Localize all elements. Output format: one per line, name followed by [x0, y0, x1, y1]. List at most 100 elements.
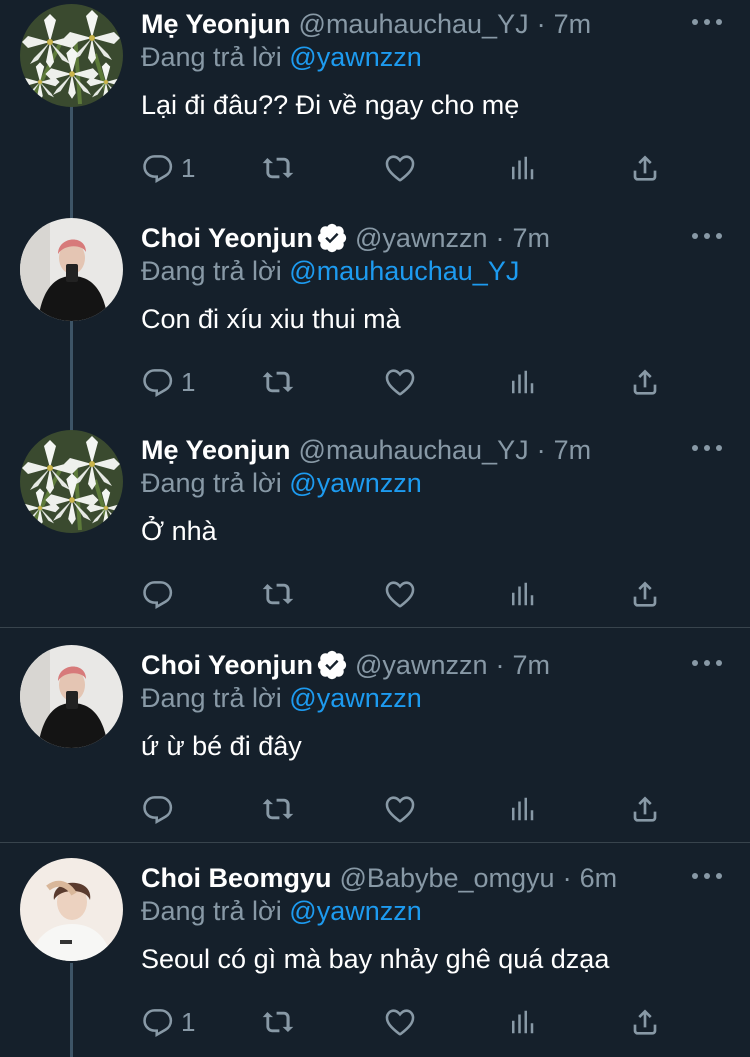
more-icon[interactable]	[692, 866, 722, 886]
analytics-icon	[512, 797, 534, 821]
mention-link[interactable]: @yawnzzn	[289, 468, 421, 498]
author-handle[interactable]: @yawnzzn	[355, 650, 487, 681]
reply-count: 1	[181, 1006, 196, 1037]
share-icon	[633, 1009, 657, 1035]
tweet-header: Mẹ Yeonjun @mauhauchau_YJ · 7m	[141, 6, 591, 42]
tweet-header: Choi Beomgyu @Babybe_omgyu · 6m	[141, 860, 617, 896]
tweet-header: Choi Yeonjun @yawnzzn · 7m	[141, 220, 550, 256]
avatar-lily-flowers[interactable]	[20, 4, 123, 107]
timestamp[interactable]: 7m	[554, 435, 592, 466]
retweet-button[interactable]	[259, 148, 297, 188]
like-icon	[385, 796, 415, 823]
reply-icon	[143, 1009, 173, 1037]
analytics-button[interactable]	[507, 362, 537, 402]
tweet-text: Ở nhà	[141, 516, 217, 546]
like-button[interactable]	[383, 148, 417, 188]
share-icon	[633, 369, 657, 395]
tweet-divider	[0, 627, 750, 628]
tweet-actions: 1	[141, 1002, 661, 1042]
avatar-man-black-outfit[interactable]	[20, 218, 123, 321]
replying-to-label: Đang trả lời	[141, 468, 282, 498]
retweet-icon	[262, 798, 294, 820]
retweet-icon	[262, 157, 294, 179]
reply-count: 1	[181, 366, 196, 397]
like-button[interactable]	[383, 1002, 417, 1042]
retweet-button[interactable]	[259, 574, 297, 614]
more-icon[interactable]	[692, 12, 722, 32]
reply-count: 1	[181, 152, 196, 183]
analytics-icon	[512, 156, 534, 180]
reply-icon	[143, 369, 173, 397]
tweet[interactable]: Mẹ Yeonjun @mauhauchau_YJ · 7m Đang trả …	[0, 430, 750, 626]
tweet[interactable]: Choi Beomgyu @Babybe_omgyu · 6m Đang trả…	[0, 858, 750, 1057]
verified-badge-icon	[317, 650, 347, 680]
retweet-button[interactable]	[259, 1002, 297, 1042]
reply-button[interactable]	[141, 789, 181, 829]
analytics-button[interactable]	[507, 789, 537, 829]
like-icon	[385, 1009, 415, 1036]
replying-to-label: Đang trả lời	[141, 42, 282, 72]
retweet-icon	[262, 583, 294, 605]
mention-link[interactable]: @yawnzzn	[289, 896, 421, 926]
analytics-button[interactable]	[507, 148, 537, 188]
reply-button[interactable]: 1	[141, 362, 195, 402]
like-button[interactable]	[383, 362, 417, 402]
reply-button[interactable]	[141, 574, 181, 614]
author-name[interactable]: Mẹ Yeonjun	[141, 435, 291, 466]
tweet[interactable]: Mẹ Yeonjun @mauhauchau_YJ · 7m Đang trả …	[0, 4, 750, 204]
like-button[interactable]	[383, 574, 417, 614]
share-button[interactable]	[629, 148, 661, 188]
tweet-header: Choi Yeonjun @yawnzzn · 7m	[141, 647, 550, 683]
share-icon	[633, 581, 657, 607]
timestamp[interactable]: 6m	[580, 863, 618, 894]
reply-button[interactable]: 1	[141, 1002, 195, 1042]
share-button[interactable]	[629, 1002, 661, 1042]
author-handle[interactable]: @mauhauchau_YJ	[299, 435, 529, 466]
tweet[interactable]: Choi Yeonjun @yawnzzn · 7m Đang trả lời …	[0, 645, 750, 841]
like-icon	[385, 369, 415, 396]
retweet-icon	[262, 371, 294, 393]
replying-to-label: Đang trả lời	[141, 896, 282, 926]
like-button[interactable]	[383, 789, 417, 829]
tweet-text: ứ ừ bé đi đây	[141, 731, 302, 761]
analytics-button[interactable]	[507, 574, 537, 614]
more-icon[interactable]	[692, 438, 722, 458]
more-icon[interactable]	[692, 226, 722, 246]
timestamp[interactable]: 7m	[554, 9, 592, 40]
timestamp[interactable]: 7m	[512, 650, 550, 681]
separator: ·	[536, 434, 546, 465]
share-button[interactable]	[629, 362, 661, 402]
reply-icon	[143, 155, 173, 183]
mention-link[interactable]: @mauhauchau_YJ	[289, 256, 519, 286]
author-name[interactable]: Choi Beomgyu	[141, 863, 332, 894]
share-button[interactable]	[629, 574, 661, 614]
author-name[interactable]: Choi Yeonjun	[141, 223, 313, 254]
share-icon	[633, 796, 657, 822]
author-name[interactable]: Mẹ Yeonjun	[141, 9, 291, 40]
mention-link[interactable]: @yawnzzn	[289, 42, 421, 72]
retweet-button[interactable]	[259, 789, 297, 829]
analytics-button[interactable]	[507, 1002, 537, 1042]
more-icon[interactable]	[692, 653, 722, 673]
tweet-text: Lại đi đâu?? Đi về ngay cho mẹ	[141, 90, 520, 120]
avatar-man-black-outfit[interactable]	[20, 645, 123, 748]
avatar-lily-flowers[interactable]	[20, 430, 123, 533]
author-handle[interactable]: @Babybe_omgyu	[340, 863, 555, 894]
replying-to: Đang trả lời @yawnzzn	[141, 896, 422, 927]
timestamp[interactable]: 7m	[512, 223, 550, 254]
author-handle[interactable]: @yawnzzn	[355, 223, 487, 254]
author-name[interactable]: Choi Yeonjun	[141, 650, 313, 681]
tweet-actions: 1	[141, 148, 661, 188]
author-handle[interactable]: @mauhauchau_YJ	[299, 9, 529, 40]
tweet-actions: 1	[141, 362, 661, 402]
reply-icon	[143, 796, 173, 824]
replying-to-label: Đang trả lời	[141, 683, 282, 713]
mention-link[interactable]: @yawnzzn	[289, 683, 421, 713]
retweet-button[interactable]	[259, 362, 297, 402]
reply-button[interactable]: 1	[141, 148, 195, 188]
share-button[interactable]	[629, 789, 661, 829]
tweet-text: Seoul có gì mà bay nhảy ghê quá dzạa	[141, 944, 610, 974]
avatar-boy-white-shirt[interactable]	[20, 858, 123, 961]
tweet[interactable]: Choi Yeonjun @yawnzzn · 7m Đang trả lời …	[0, 218, 750, 418]
reply-icon	[143, 581, 173, 609]
